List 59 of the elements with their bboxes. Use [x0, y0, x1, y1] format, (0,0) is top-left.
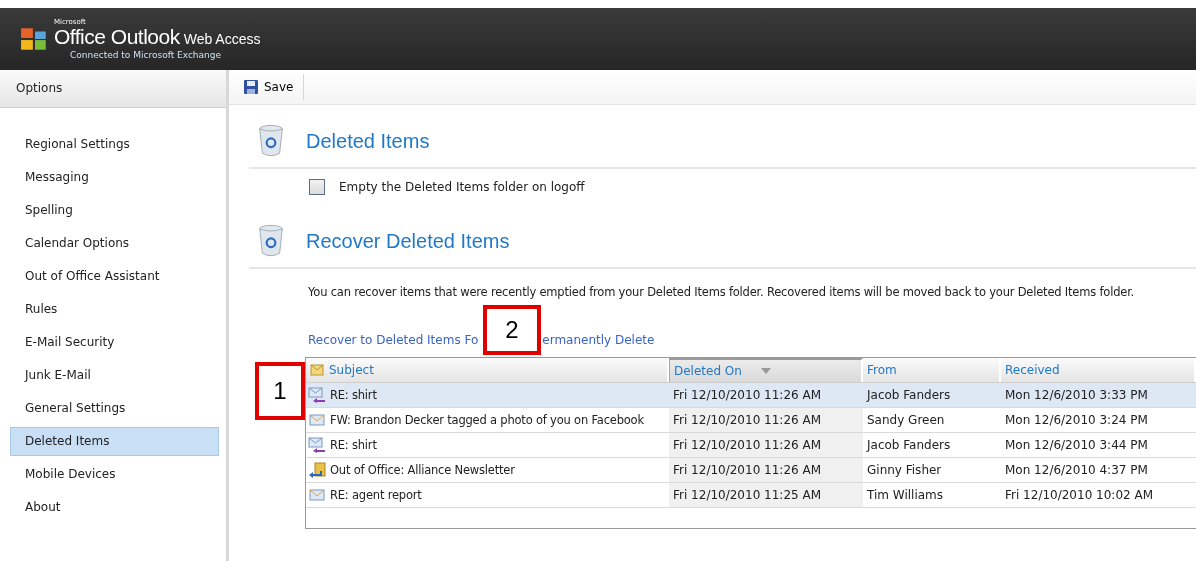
table-cell: Fri 12/10/2010 11:26 AM [673, 388, 822, 402]
table-cell: Mon 12/6/2010 3:24 PM [1005, 413, 1148, 427]
sidebar-item[interactable]: E-Mail Security [10, 328, 219, 357]
table-cell: Fri 12/10/2010 11:26 AM [673, 438, 822, 452]
table-cell: RE: agent report [330, 488, 422, 502]
envelope-icon [308, 487, 326, 503]
checkbox-label: Empty the Deleted Items folder on logoff [339, 180, 585, 194]
product-name: Office Outlook [54, 26, 180, 48]
table-cell: Mon 12/6/2010 3:33 PM [1005, 388, 1148, 402]
callout-label: 2 [483, 305, 541, 355]
table-cell: RE: shirt [330, 388, 377, 402]
table-cell: Fri 12/10/2010 11:26 AM [673, 413, 822, 427]
section-title: Recover Deleted Items [306, 229, 510, 253]
sidebar-item[interactable]: Deleted Items [10, 427, 219, 456]
table-row[interactable]: RE: shirt Fri 12/10/2010 11:26 AM Jacob Fanders Mon 12/6/2010 3:33 PM [306, 383, 1196, 408]
table-row[interactable]: Out of Office: Alliance Newsletter Fri 12/10/2010 11:26 AM Ginny Fisher Mon 12/6/2010 4:37 PM [306, 458, 1196, 483]
sidebar-item[interactable]: General Settings [10, 394, 219, 423]
reply-message-icon [308, 437, 326, 453]
sidebar-item[interactable]: Calendar Options [10, 229, 219, 258]
table-cell: FW: Brandon Decker tagged a photo of you on Facebook [330, 413, 644, 427]
envelope-icon [308, 412, 326, 428]
table-cell: Fri 12/10/2010 11:26 AM [673, 463, 822, 477]
sidebar-title: Options [0, 70, 226, 108]
sidebar-item[interactable]: Junk E-Mail [10, 361, 219, 390]
sidebar-item[interactable]: Regional Settings [10, 130, 219, 159]
table-cell: Out of Office: Alliance Newsletter [330, 463, 515, 477]
table-cell: Fri 12/10/2010 11:25 AM [673, 488, 822, 502]
table-cell: Jacob Fanders [867, 438, 951, 452]
sidebar-item[interactable]: Messaging [10, 163, 219, 192]
table-cell: Jacob Fanders [867, 388, 951, 402]
subtitle: Connected to Microsoft Exchange [69, 50, 222, 60]
table-cell: Mon 12/6/2010 4:37 PM [1005, 463, 1148, 477]
reply-message-icon [308, 387, 326, 403]
table-row[interactable]: RE: agent report Fri 12/10/2010 11:25 AM Tim Williams Fri 12/10/2010 10:02 AM [306, 483, 1196, 508]
column-header[interactable]: Deleted On [669, 358, 863, 382]
product-suffix: Web Access [183, 30, 261, 49]
sidebar-item[interactable]: About [10, 493, 219, 522]
table-row[interactable]: FW: Brandon Decker tagged a photo of you on Facebook Fri 12/10/2010 11:26 AM Sandy Green Mon 12/6/2010 3:24 PM [306, 408, 1196, 433]
table-cell: Tim Williams [867, 488, 944, 502]
section-title: Deleted Items [306, 129, 430, 153]
table-cell: RE: shirt [330, 438, 377, 452]
table-cell: Mon 12/6/2010 3:44 PM [1005, 438, 1148, 452]
sidebar-item[interactable]: Spelling [10, 196, 219, 225]
save-button[interactable]: Save [239, 76, 298, 98]
table-row[interactable]: RE: shirt Fri 12/10/2010 11:26 AM Jacob Fanders Mon 12/6/2010 3:44 PM [306, 433, 1196, 458]
sidebar-item[interactable]: Rules [10, 295, 219, 324]
auto-reply-icon [308, 462, 326, 478]
envelope-icon [310, 364, 324, 376]
sidebar-item[interactable]: Out of Office Assistant [10, 262, 219, 291]
table-cell: Ginny Fisher [867, 463, 942, 477]
action-link[interactable]: ermanently Delete [542, 333, 655, 349]
callout-label: 1 [255, 362, 305, 420]
action-link[interactable]: Recover to Deleted Items Fo [308, 333, 479, 349]
sidebar-item[interactable]: Mobile Devices [10, 460, 219, 489]
table-cell: Fri 12/10/2010 10:02 AM [1005, 488, 1154, 502]
description-text: You can recover items that were recently emptied from your Deleted Items folder. Recovered items will be moved back to your Deleted Items folder. [308, 285, 1136, 299]
table-cell: Sandy Green [867, 413, 945, 427]
sort-arrow-icon [760, 368, 771, 374]
checkbox[interactable] [309, 179, 325, 195]
